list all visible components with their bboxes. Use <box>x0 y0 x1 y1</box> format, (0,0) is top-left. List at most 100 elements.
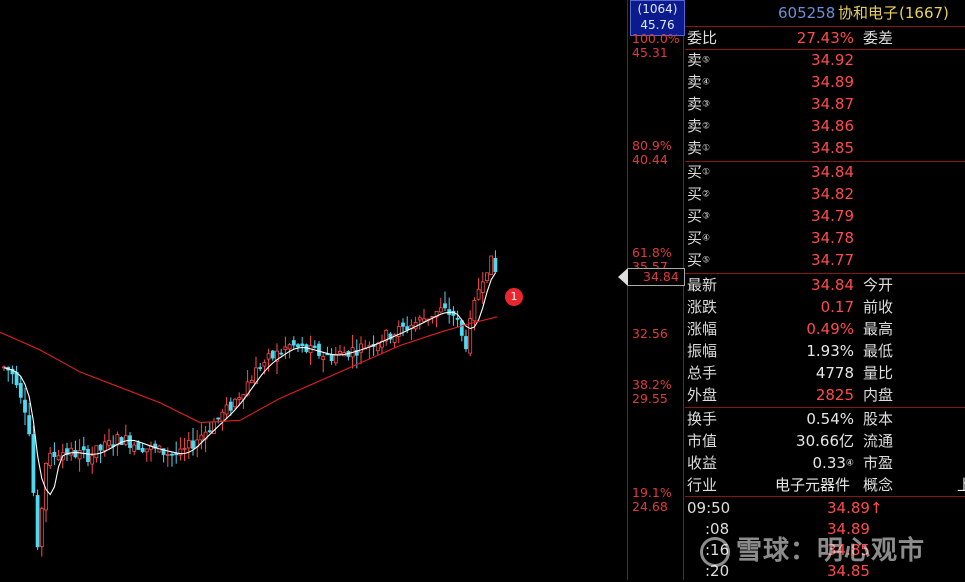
candle-body[interactable] <box>144 448 149 453</box>
candle-body[interactable] <box>401 322 405 327</box>
candle-body[interactable] <box>485 272 489 282</box>
candle-body[interactable] <box>270 350 275 359</box>
candlestick-chart[interactable] <box>0 0 627 580</box>
candle-body[interactable] <box>224 404 229 415</box>
candle-body[interactable] <box>489 255 494 275</box>
candle-body[interactable] <box>119 437 124 446</box>
buy-row[interactable]: 买③ 34.79 <box>685 205 965 227</box>
axis-pct-label: 19.1% <box>632 485 672 500</box>
candle-body[interactable] <box>186 439 191 449</box>
industry-value[interactable]: 电子元器件 <box>775 474 850 496</box>
candle-body[interactable] <box>233 398 237 408</box>
candle-body[interactable] <box>207 430 212 433</box>
concept-label[interactable]: 概念 <box>863 474 893 496</box>
candle-body[interactable] <box>128 435 132 448</box>
candle-body[interactable] <box>459 320 464 336</box>
candle-body[interactable] <box>228 401 233 411</box>
candle-body[interactable] <box>262 362 267 367</box>
candle-body[interactable] <box>98 444 103 451</box>
candle-body[interactable] <box>237 397 242 400</box>
sell-row[interactable]: 卖⑤ 34.92 <box>685 49 965 71</box>
candle-body[interactable] <box>359 343 363 353</box>
candle-body[interactable] <box>77 450 82 460</box>
candle-body[interactable] <box>165 454 170 456</box>
candle-body[interactable] <box>123 435 128 445</box>
candle-body[interactable] <box>199 434 204 441</box>
industry-row: 行业 电子元器件 概念 上 <box>685 474 965 496</box>
candle-body[interactable] <box>216 417 221 420</box>
candle-body[interactable] <box>266 353 271 360</box>
candle-body[interactable] <box>136 442 141 450</box>
candle-body[interactable] <box>23 399 27 413</box>
candle-body[interactable] <box>48 452 53 467</box>
candle-body[interactable] <box>191 440 195 449</box>
candle-body[interactable] <box>27 415 32 435</box>
candle-body[interactable] <box>417 317 422 321</box>
candle-body[interactable] <box>132 444 137 452</box>
candle-body[interactable] <box>73 449 78 458</box>
candle-body[interactable] <box>493 257 498 273</box>
candle-body[interactable] <box>102 441 107 451</box>
candle-body[interactable] <box>472 300 477 322</box>
candle-body[interactable] <box>220 411 225 422</box>
quote-row: 最新 34.84 今开 <box>685 274 965 296</box>
candle-body[interactable] <box>333 354 338 364</box>
candle-body[interactable] <box>283 346 288 350</box>
candle-body[interactable] <box>140 447 145 453</box>
sell-label: 卖① <box>687 139 711 157</box>
kline-chart-area[interactable] <box>0 0 627 580</box>
sell-row[interactable]: 卖④ 34.89 <box>685 71 965 93</box>
candle-body[interactable] <box>35 495 40 548</box>
candle-body[interactable] <box>464 336 468 350</box>
candle-body[interactable] <box>405 326 410 331</box>
candle-body[interactable] <box>480 281 485 293</box>
candle-body[interactable] <box>455 317 460 320</box>
candle-body[interactable] <box>86 448 90 462</box>
candle-body[interactable] <box>14 371 19 386</box>
candle-body[interactable] <box>338 351 342 355</box>
candle-body[interactable] <box>107 440 111 446</box>
candle-body[interactable] <box>90 455 95 465</box>
candle-body[interactable] <box>329 354 334 361</box>
candle-body[interactable] <box>170 453 174 456</box>
fundamentals-label2: 流通 <box>863 432 894 450</box>
panel-divider <box>683 0 684 580</box>
candle-body[interactable] <box>81 446 86 451</box>
candle-body[interactable] <box>31 434 36 493</box>
chart-divider <box>627 0 628 580</box>
candle-body[interactable] <box>312 345 317 348</box>
buy-row[interactable]: 买⑤ 34.77 <box>685 249 965 271</box>
candle-body[interactable] <box>52 451 57 457</box>
tick-time: 09:50 <box>687 499 731 517</box>
candle-body[interactable] <box>287 344 292 350</box>
candle-body[interactable] <box>300 343 305 347</box>
candle-body[interactable] <box>56 455 61 461</box>
sell-row[interactable]: 卖② 34.86 <box>685 115 965 137</box>
candle-body[interactable] <box>296 344 300 348</box>
stock-extra: (1667) <box>899 4 949 22</box>
buy-label: 买② <box>687 185 711 203</box>
sell-row[interactable]: 卖③ 34.87 <box>685 93 965 115</box>
candle-body[interactable] <box>182 447 187 450</box>
candle-body[interactable] <box>69 447 74 456</box>
candle-body[interactable] <box>249 380 254 384</box>
candle-body[interactable] <box>438 307 443 313</box>
buy-row[interactable]: 买④ 34.78 <box>685 227 965 249</box>
tick-row: 09:50 34.89↑ <box>685 498 965 519</box>
buy-row[interactable]: 买② 34.82 <box>685 183 965 205</box>
candle-body[interactable] <box>18 382 23 398</box>
candle-body[interactable] <box>279 352 284 355</box>
candle-body[interactable] <box>258 367 263 369</box>
candle-body[interactable] <box>422 318 426 322</box>
candle-body[interactable] <box>94 445 99 459</box>
candle-body[interactable] <box>476 288 481 300</box>
candle-body[interactable] <box>39 508 44 547</box>
candle-body[interactable] <box>443 303 447 309</box>
candle-body[interactable] <box>317 343 321 356</box>
sell-row[interactable]: 卖① 34.85 <box>685 137 965 159</box>
candle-body[interactable] <box>291 340 296 346</box>
event-marker-badge[interactable]: 1 <box>505 288 523 306</box>
candle-body[interactable] <box>321 356 326 360</box>
quote-label2: 最低 <box>863 342 894 360</box>
buy-row[interactable]: 买① 34.84 <box>685 161 965 183</box>
